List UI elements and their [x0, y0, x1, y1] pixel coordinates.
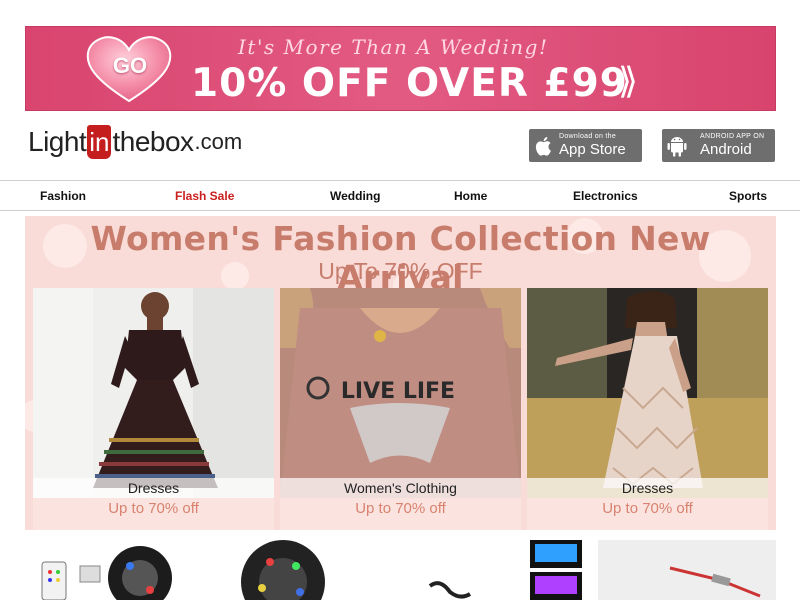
android-small-label: ANDROID APP ON [700, 133, 765, 140]
nav-item-flash-sale[interactable]: Flash Sale [175, 189, 234, 203]
category-offer: Up to 70% off [602, 500, 693, 517]
chevron-right-icon: ⟫ [618, 61, 639, 102]
promo-tagline: It's More Than A Wedding! [238, 35, 549, 59]
category-label: Dresses [33, 478, 274, 498]
apple-icon [529, 129, 559, 162]
product-led-strip-rgb[interactable] [241, 540, 325, 600]
product-led-strip-remote[interactable] [41, 546, 172, 600]
category-offer: Up to 70% off [355, 500, 446, 517]
logo-text-in: in [87, 125, 112, 159]
product-image: LIVE LIFE [280, 288, 521, 498]
hero-subtitle: Up To 70% OFF [318, 258, 483, 284]
category-label: Dresses [527, 478, 768, 498]
android-button[interactable]: ANDROID APP ON Android [662, 129, 775, 162]
app-store-small-label: Download on the [559, 133, 617, 140]
nav-item-electronics[interactable]: Electronics [573, 189, 638, 203]
app-store-button[interactable]: Download on the App Store [529, 129, 642, 162]
logo-text-light: Light [28, 126, 87, 157]
go-button[interactable]: GO [105, 53, 155, 79]
category-card-dresses-2[interactable]: Dresses Up to 70% off [527, 288, 768, 530]
nav-item-fashion[interactable]: Fashion [40, 189, 86, 203]
android-icon [662, 129, 692, 162]
logo-text-com: .com [194, 129, 243, 154]
promo-banner[interactable]: GO It's More Than A Wedding! 10% OFF OVE… [25, 26, 776, 111]
promo-headline: 10% OFF OVER £99 [191, 61, 628, 106]
nav-item-wedding[interactable]: Wedding [330, 189, 380, 203]
main-nav: Fashion Flash Sale Wedding Home Electron… [0, 180, 800, 211]
category-card-dresses[interactable]: Dresses Up to 70% off [33, 288, 274, 530]
product-image [527, 288, 768, 498]
product-usb-led[interactable] [428, 540, 582, 600]
product-image [33, 288, 274, 498]
android-label: Android [700, 141, 752, 158]
category-offer: Up to 70% off [108, 500, 199, 517]
app-store-label: App Store [559, 141, 626, 158]
nav-item-sports[interactable]: Sports [729, 189, 767, 203]
shirt-print-text: LIVE LIFE [341, 379, 455, 404]
category-card-womens-clothing[interactable]: LIVE LIFE Women's Clothing Up to 70% off [280, 288, 521, 530]
product-cable[interactable] [598, 540, 776, 600]
hero-banner[interactable]: Women's Fashion Collection New Arrival U… [25, 216, 776, 530]
nav-item-home[interactable]: Home [454, 189, 487, 203]
site-logo[interactable]: Light in thebox .com [28, 124, 242, 160]
logo-text-thebox: thebox [112, 126, 194, 157]
product-strip [0, 538, 800, 600]
category-label: Women's Clothing [280, 478, 521, 498]
